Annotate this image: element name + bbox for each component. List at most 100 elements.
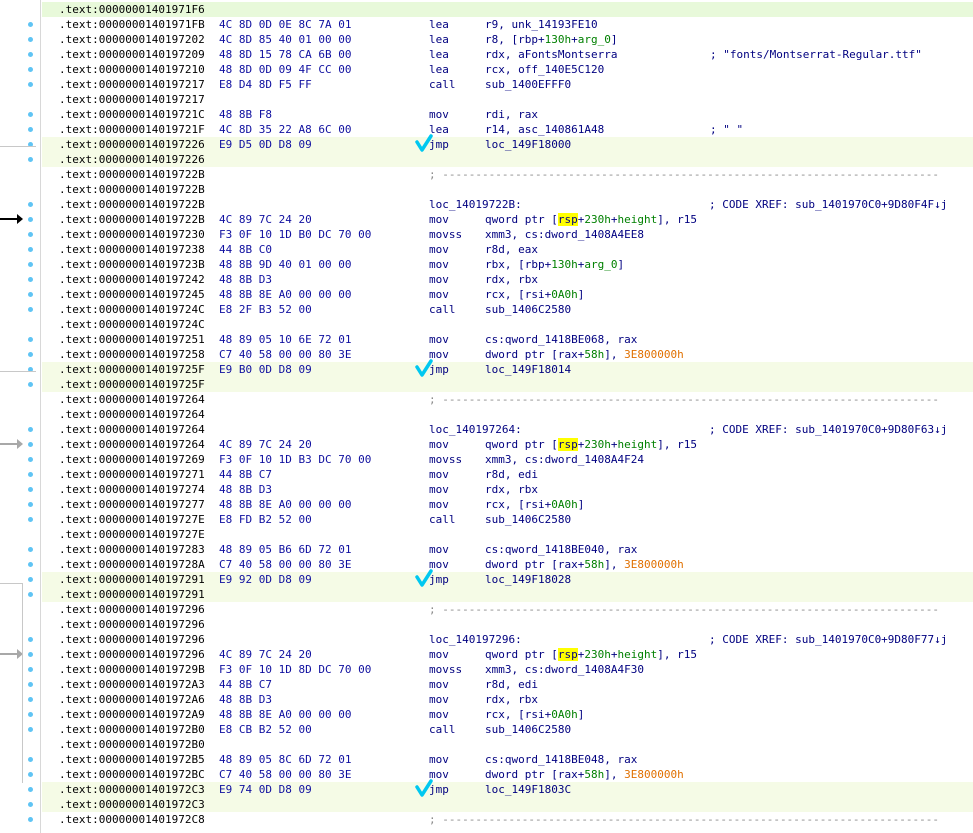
instruction-operands[interactable]: xmm3, cs:dword_1408A4F30 <box>485 662 644 677</box>
listing-row[interactable]: .text:0000000140197291 <box>42 587 973 602</box>
listing-row[interactable]: .text:0000000140197264 <box>42 407 973 422</box>
listing-row[interactable]: .text:000000014019723B 48 8B 9D 40 01 00 … <box>42 257 973 272</box>
instruction-operands[interactable]: rcx, off_140E5C120 <box>485 62 604 77</box>
gutter-dot-icon[interactable] <box>28 112 33 117</box>
instruction-mnemonic[interactable]: mov <box>429 677 449 692</box>
gutter-dot-icon[interactable] <box>28 52 33 57</box>
gutter-dot-icon[interactable] <box>28 247 33 252</box>
instruction-mnemonic[interactable]: mov <box>429 692 449 707</box>
listing-row[interactable]: .text:0000000140197238 44 8B C0 mov r8d, ea… <box>42 242 973 257</box>
instruction-operands[interactable]: r8d, edi <box>485 677 538 692</box>
instruction-operands[interactable]: r8d, eax <box>485 242 538 257</box>
listing-row[interactable]: .text:0000000140197274 48 8B D3 mov rdx, rb… <box>42 482 973 497</box>
instruction-mnemonic[interactable]: mov <box>429 467 449 482</box>
instruction-operands[interactable]: cs:qword_1418BE048, rax <box>485 752 637 767</box>
instruction-mnemonic[interactable]: call <box>429 722 456 737</box>
listing-row[interactable]: .text:0000000140197209 48 8D 15 78 CA 6B … <box>42 47 973 62</box>
code-label[interactable]: loc_140197296: <box>429 632 522 647</box>
gutter-dot-icon[interactable] <box>28 682 33 687</box>
listing-row[interactable]: .text:000000014019722B loc_14019722B: ; CO… <box>42 197 973 212</box>
gutter-dot-icon[interactable] <box>28 772 33 777</box>
listing-row[interactable]: .text:0000000140197296 ; ----------------… <box>42 602 973 617</box>
instruction-mnemonic[interactable]: call <box>429 512 456 527</box>
instruction-operands[interactable]: rdx, rbx <box>485 482 538 497</box>
instruction-operands[interactable]: r8d, edi <box>485 467 538 482</box>
gutter-dot-icon[interactable] <box>28 67 33 72</box>
instruction-mnemonic[interactable]: lea <box>429 32 449 47</box>
gutter-dot-icon[interactable] <box>28 667 33 672</box>
gutter-dot-icon[interactable] <box>28 487 33 492</box>
instruction-mnemonic[interactable]: mov <box>429 542 449 557</box>
code-xref-comment[interactable]: ; CODE XREF: sub_1401970C0+9D80F77↓j <box>709 632 947 647</box>
instruction-operands[interactable]: cs:qword_1418BE040, rax <box>485 542 637 557</box>
gutter-dot-icon[interactable] <box>28 307 33 312</box>
gutter-dot-icon[interactable] <box>28 217 33 222</box>
gutter-dot-icon[interactable] <box>28 127 33 132</box>
gutter-dot-icon[interactable] <box>28 472 33 477</box>
listing-row[interactable]: .text:00000001401972B0 <box>42 737 973 752</box>
instruction-operands[interactable]: sub_1406C2580 <box>485 302 571 317</box>
listing-row[interactable]: .text:00000001401972BC C7 40 58 00 00 80 … <box>42 767 973 782</box>
listing-row[interactable]: .text:0000000140197296 4C 89 7C 24 20 mov q… <box>42 647 973 662</box>
instruction-operands[interactable]: qword ptr [rsp+230h+height], r15 <box>485 212 697 227</box>
instruction-mnemonic[interactable]: mov <box>429 752 449 767</box>
gutter-dot-icon[interactable] <box>28 637 33 642</box>
listing-row[interactable]: .text:0000000140197202 4C 8D 85 40 01 00 … <box>42 32 973 47</box>
listing-row[interactable]: .text:0000000140197264 loc_140197264: ; CO… <box>42 422 973 437</box>
listing-row[interactable]: .text:000000014019727E E8 FD B2 52 00 call… <box>42 512 973 527</box>
instruction-operands[interactable]: loc_149F18028 <box>485 572 571 587</box>
gutter-dot-icon[interactable] <box>28 382 33 387</box>
instruction-mnemonic[interactable]: lea <box>429 47 449 62</box>
listing-row[interactable]: .text:0000000140197271 44 8B C7 mov r8d, ed… <box>42 467 973 482</box>
gutter-dot-icon[interactable] <box>28 457 33 462</box>
gutter-dot-icon[interactable] <box>28 727 33 732</box>
instruction-operands[interactable]: dword ptr [rax+58h], 3E800000h <box>485 347 684 362</box>
instruction-mnemonic[interactable]: mov <box>429 257 449 272</box>
listing-row[interactable]: .text:0000000140197264 ; ----------------… <box>42 392 973 407</box>
instruction-operands[interactable]: cs:qword_1418BE068, rax <box>485 332 637 347</box>
listing-row[interactable]: .text:00000001401972A6 48 8B D3 mov rdx, rb… <box>42 692 973 707</box>
instruction-operands[interactable]: sub_1406C2580 <box>485 512 571 527</box>
instruction-operands[interactable]: dword ptr [rax+58h], 3E800000h <box>485 767 684 782</box>
instruction-mnemonic[interactable]: movss <box>429 452 462 467</box>
listing-row[interactable]: .text:0000000140197283 48 89 05 B6 6D 72 … <box>42 542 973 557</box>
instruction-operands[interactable]: rdx, rbx <box>485 692 538 707</box>
instruction-operands[interactable]: loc_149F1803C <box>485 782 571 797</box>
instruction-mnemonic[interactable]: mov <box>429 287 449 302</box>
instruction-mnemonic[interactable]: mov <box>429 647 449 662</box>
instruction-operands[interactable]: r14, asc_140861A48 <box>485 122 604 137</box>
listing-row[interactable]: .text:00000001401971FB 4C 8D 0D 0E 8C 7A … <box>42 17 973 32</box>
instruction-mnemonic[interactable]: mov <box>429 272 449 287</box>
code-xref-comment[interactable]: ; CODE XREF: sub_1401970C0+9D80F4F↓j <box>709 197 947 212</box>
listing-row[interactable]: .text:0000000140197210 48 8D 0D 09 4F CC … <box>42 62 973 77</box>
instruction-operands[interactable]: sub_1406C2580 <box>485 722 571 737</box>
listing-row[interactable]: .text:000000014019725F E9 B0 0D D8 09 jmp l… <box>42 359 973 377</box>
gutter-dot-icon[interactable] <box>28 502 33 507</box>
gutter-dot-icon[interactable] <box>28 652 33 657</box>
instruction-operands[interactable]: r9, unk_14193FE10 <box>485 17 598 32</box>
gutter-dot-icon[interactable] <box>28 817 33 822</box>
listing-row[interactable]: .text:0000000140197226 <box>42 152 973 167</box>
gutter-dot-icon[interactable] <box>28 337 33 342</box>
listing-row[interactable]: .text:00000001401972B5 48 89 05 8C 6D 72 … <box>42 752 973 767</box>
listing-row[interactable]: .text:00000001401972C3 E9 74 0D D8 09 jmp l… <box>42 779 973 797</box>
code-label[interactable]: loc_14019722B: <box>429 197 522 212</box>
listing-row[interactable]: .text:000000014019725F <box>42 377 973 392</box>
listing-row[interactable]: .text:000000014019722B 4C 89 7C 24 20 mov q… <box>42 212 973 227</box>
instruction-mnemonic[interactable]: mov <box>429 332 449 347</box>
instruction-mnemonic[interactable]: movss <box>429 227 462 242</box>
instruction-operands[interactable]: rdi, rax <box>485 107 538 122</box>
instruction-operands[interactable]: r8, [rbp+130h+arg_0] <box>485 32 617 47</box>
instruction-operands[interactable]: rcx, [rsi+0A0h] <box>485 287 584 302</box>
code-label[interactable]: loc_140197264: <box>429 422 522 437</box>
instruction-mnemonic[interactable]: mov <box>429 212 449 227</box>
instruction-operands[interactable]: sub_1400EFFF0 <box>485 77 571 92</box>
gutter-dot-icon[interactable] <box>28 442 33 447</box>
listing-row[interactable]: .text:0000000140197296 loc_140197296: ; CO… <box>42 632 973 647</box>
instruction-mnemonic[interactable]: call <box>429 302 456 317</box>
instruction-mnemonic[interactable]: mov <box>429 482 449 497</box>
gutter-dot-icon[interactable] <box>28 292 33 297</box>
instruction-mnemonic[interactable]: mov <box>429 242 449 257</box>
gutter-dot-icon[interactable] <box>28 262 33 267</box>
listing-row[interactable]: .text:00000001401972B0 E8 CB B2 52 00 call… <box>42 722 973 737</box>
